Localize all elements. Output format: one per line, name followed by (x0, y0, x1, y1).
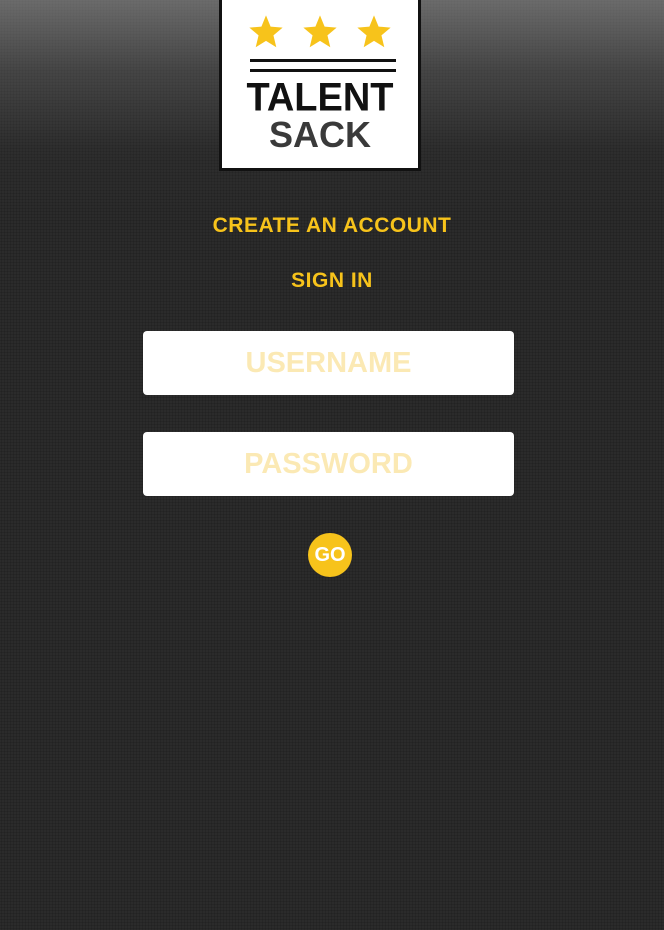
logo-text-sack: SACK (268, 114, 371, 155)
logo-text-talent: TALENT (246, 75, 394, 121)
username-input[interactable] (143, 331, 514, 395)
star-icon (357, 15, 391, 48)
logo-stars (222, 13, 418, 51)
logo-divider (250, 59, 396, 62)
star-icon (249, 15, 283, 48)
create-account-link[interactable]: CREATE AN ACCOUNT (0, 214, 664, 238)
go-button[interactable]: GO (308, 533, 352, 577)
logo-divider (250, 69, 396, 72)
star-icon (303, 15, 337, 48)
app-logo: TALENT SACK (219, 0, 421, 171)
password-input[interactable] (143, 432, 514, 496)
sign-in-link[interactable]: SIGN IN (0, 269, 664, 293)
